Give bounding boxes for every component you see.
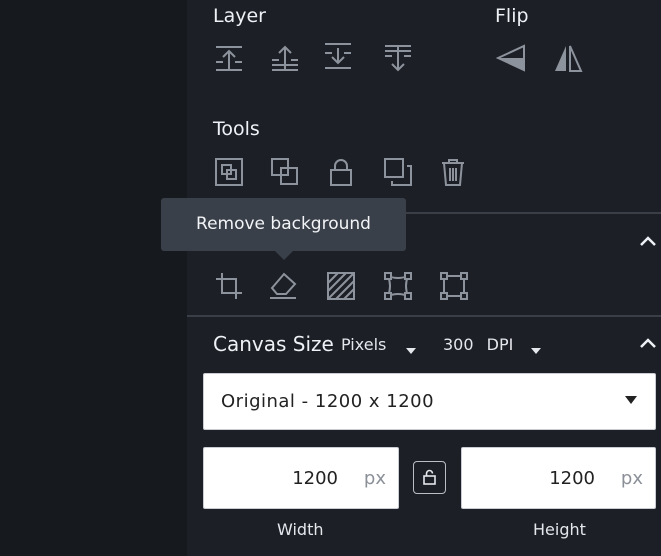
lock-ratio-icon — [423, 469, 436, 485]
send-backward-icon[interactable] — [323, 41, 353, 71]
flip-horizontal-icon[interactable] — [496, 43, 526, 73]
width-input[interactable]: 1200 px — [203, 447, 399, 509]
height-input[interactable]: 1200 px — [461, 447, 656, 509]
dpi-label: DPI — [486, 335, 514, 354]
unit-select-value: Pixels — [341, 335, 387, 354]
height-label: Height — [533, 520, 586, 539]
size-preset-value: Original - 1200 x 1200 — [221, 391, 435, 412]
remove-background-tooltip: Remove background — [161, 198, 406, 260]
tooltip-text: Remove background — [196, 214, 371, 234]
duplicate-icon[interactable] — [383, 157, 413, 187]
dpi-value: 300 — [443, 335, 474, 354]
flip-title: Flip — [495, 5, 529, 27]
lock-icon[interactable] — [326, 157, 356, 187]
ungroup-icon[interactable] — [270, 157, 300, 187]
pattern-icon[interactable] — [326, 271, 356, 301]
unit-select[interactable]: Pixels — [341, 335, 386, 354]
properties-panel: Layer Flip Tools Canvas Size Pixels 300 … — [187, 0, 661, 556]
collapse-canvas-size-chevron-icon[interactable] — [638, 335, 658, 354]
height-unit: px — [620, 468, 643, 489]
dpi-select-caret-icon[interactable] — [531, 339, 541, 358]
unit-select-caret-icon[interactable] — [406, 339, 416, 358]
canvas-area[interactable] — [0, 0, 187, 556]
tooltip-arrow — [275, 251, 293, 260]
delete-icon[interactable] — [438, 157, 468, 187]
warp-icon[interactable] — [383, 271, 413, 301]
bring-forward-icon[interactable] — [270, 43, 300, 73]
tools-title: Tools — [213, 118, 260, 140]
group-icon[interactable] — [214, 157, 244, 187]
crop-icon[interactable] — [214, 271, 244, 301]
width-value: 1200 — [292, 468, 338, 489]
canvas-size-title: Canvas Size — [213, 332, 334, 356]
aspect-lock-button[interactable] — [413, 461, 446, 494]
height-value: 1200 — [549, 468, 595, 489]
transform-icon[interactable] — [439, 271, 469, 301]
dpi-select[interactable]: 300 DPI — [443, 335, 513, 354]
width-unit: px — [363, 468, 386, 489]
size-preset-select[interactable]: Original - 1200 x 1200 — [203, 373, 656, 430]
eraser-icon[interactable] — [268, 270, 298, 300]
collapse-image-section-chevron-icon[interactable] — [638, 233, 658, 252]
layer-title: Layer — [213, 5, 266, 27]
send-to-back-icon[interactable] — [383, 43, 413, 73]
width-label: Width — [277, 520, 324, 539]
flip-vertical-icon[interactable] — [553, 43, 583, 73]
size-preset-caret-icon — [625, 396, 637, 404]
section-divider — [187, 315, 661, 317]
bring-to-front-icon[interactable] — [214, 43, 244, 73]
